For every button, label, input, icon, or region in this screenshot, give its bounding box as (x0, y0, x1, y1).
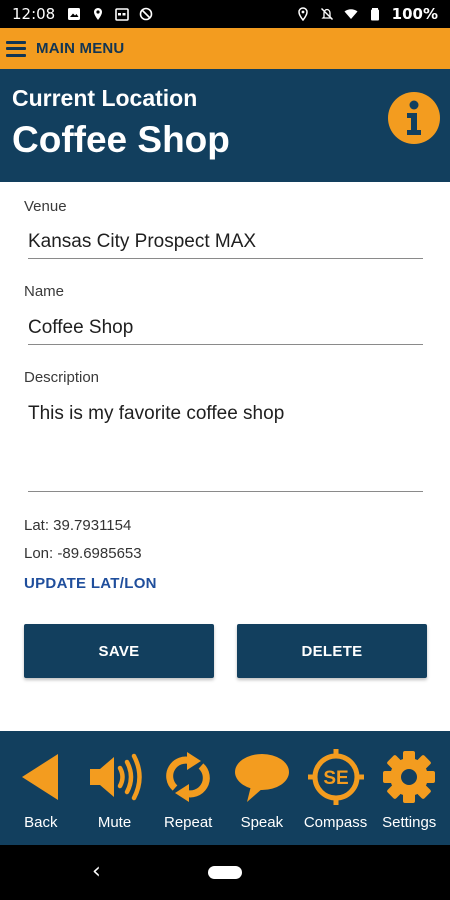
nav-speak[interactable]: Speak (225, 731, 299, 845)
nav-back-label: Back (24, 814, 58, 831)
repeat-icon (166, 752, 210, 802)
nav-settings-label: Settings (382, 814, 437, 831)
back-arrow-icon (21, 754, 58, 800)
location-icon (297, 7, 308, 21)
status-bar: 12:08 100% (0, 0, 450, 28)
calendar-icon (115, 8, 130, 21)
header-subtitle: Current Location (12, 85, 198, 111)
latitude-text: Lat: 39.7931154 (24, 517, 132, 534)
nav-back[interactable]: Back (4, 731, 78, 845)
description-label: Description (24, 369, 100, 386)
location-header: Current Location Coffee Shop (0, 69, 450, 182)
nav-compass[interactable]: SE Compass (299, 731, 373, 845)
venue-underline (28, 258, 423, 259)
info-icon (407, 100, 421, 135)
page-title: Coffee Shop (12, 119, 230, 160)
delete-button[interactable]: DELETE (237, 624, 427, 678)
nav-speak-label: Speak (240, 814, 284, 831)
nav-settings[interactable]: Settings (372, 731, 446, 845)
status-time: 12:08 (12, 5, 56, 23)
system-back-icon[interactable]: ‹ (92, 859, 101, 884)
main-menu-label[interactable]: MAIN MENU (36, 40, 124, 57)
nav-repeat-label: Repeat (163, 814, 213, 831)
speech-bubble-icon (234, 754, 289, 802)
update-lat-lon-link[interactable]: UPDATE LAT/LON (24, 575, 157, 592)
speaker-icon (89, 753, 142, 801)
save-button[interactable]: SAVE (24, 624, 214, 678)
system-home-icon[interactable] (208, 866, 242, 879)
battery-percent: 100% (391, 5, 438, 23)
hamburger-icon[interactable] (6, 40, 26, 57)
name-label: Name (24, 283, 65, 300)
info-button[interactable] (388, 92, 440, 144)
nav-mute[interactable]: Mute (78, 731, 152, 845)
description-underline (28, 491, 423, 492)
main-menu-bar[interactable]: MAIN MENU (0, 28, 450, 69)
gear-icon (383, 751, 436, 803)
compass-heading: SE (323, 768, 348, 789)
location-icon (94, 8, 103, 20)
nav-compass-label: Compass (303, 814, 368, 831)
description-field[interactable]: This is my favorite coffee shop (28, 403, 423, 488)
venue-field[interactable]: Kansas City Prospect MAX (28, 231, 256, 253)
bottom-nav: Back Mute Repeat Speak SE Compass Settin… (0, 731, 450, 845)
venue-label: Venue (24, 198, 67, 215)
compass-icon: SE (307, 749, 364, 805)
image-icon (68, 8, 81, 20)
longitude-text: Lon: -89.6985653 (24, 545, 142, 562)
system-nav-bar: ‹ (0, 845, 450, 900)
name-field[interactable]: Coffee Shop (28, 317, 133, 339)
battery-icon (370, 8, 379, 21)
mute-icon (320, 8, 333, 20)
nav-repeat[interactable]: Repeat (151, 731, 225, 845)
block-icon (139, 7, 153, 21)
nav-mute-label: Mute (97, 814, 132, 831)
wifi-icon (344, 9, 358, 19)
name-underline (28, 344, 423, 345)
